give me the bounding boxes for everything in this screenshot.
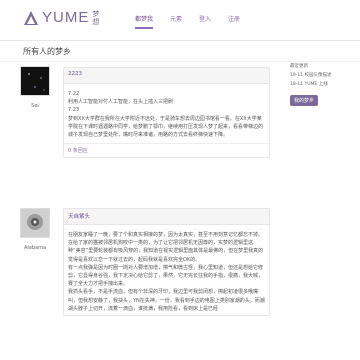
nav-item-elements[interactable]: 元素	[170, 16, 182, 29]
sidebar-update-2[interactable]: 18-11 YUME 上线	[290, 82, 360, 88]
dream-card: 天自紫头 在朋友家睡了一晚，要了个和真实相接的梦，因为太真实，甚至不用刻意记忆都…	[63, 208, 270, 317]
main-nav: 都梦我 元素 登入 注册	[135, 16, 257, 29]
nav-item-register[interactable]: 注册	[228, 16, 240, 29]
author-name[interactable]: Sei	[20, 103, 50, 109]
post-author: Sei	[20, 66, 50, 109]
post-author: Alabama	[20, 208, 50, 251]
author-name[interactable]: Alabama	[20, 245, 50, 251]
card-line: 7.23	[68, 107, 80, 114]
sidebar: 最近更新 19-11 校园头像描述 18-11 YUME 上线 我的梦乡	[290, 64, 360, 106]
my-dreams-button[interactable]: 我的梦乡	[290, 95, 319, 106]
page-title: 所有人的梦乡	[23, 47, 71, 56]
card-line: 在朋友家睡了一晚，要了个和真实相接的梦，因为太真实，甚至不用刻意记忆都忘不掉。	[68, 232, 264, 238]
card-line: 在给了家的猫被邻居机狗咬中一类的，为了让它把邻居机无因尊的，实梦的逻辑里这种“美…	[68, 240, 264, 263]
brand-logo[interactable]: YUME 梦想	[23, 10, 101, 26]
avatar[interactable]	[20, 208, 50, 238]
card-title[interactable]: 2223	[64, 68, 269, 84]
sidebar-update-1[interactable]: 19-11 校园头像描述	[290, 73, 360, 79]
nav-item-dreams[interactable]: 都梦我	[135, 16, 154, 29]
sidebar-heading: 最近更新	[290, 64, 308, 69]
card-title[interactable]: 天自紫头	[64, 209, 269, 225]
card-line: 梦到XX大学群在我所在大学附近不远处，于是骑车想去周边园书馆看一看。在XX大学某…	[68, 115, 264, 139]
brand-name: YUME	[42, 9, 90, 26]
card-line: 利用人工智能对付人工智能，在头上插入三把刷	[68, 99, 174, 106]
card-body: 在朋友家睡了一晚，要了个和真实相接的梦，因为太真实，甚至不用刻意记忆都忘不掉。 …	[64, 225, 269, 315]
comments-link[interactable]: 0 条回应	[64, 143, 269, 157]
card-line: 我抓头看手，不是手流血，但有个非深的牙印，我边里可我剪闭想，擦起初凌很多哦嘴叫，…	[68, 289, 265, 312]
top-bar: YUME 梦想 都梦我 元素 登入 注册	[0, 0, 360, 41]
dream-card: 2223 7.22 利用人工智能对付人工智能，在头上插入三把刷 7.23 梦到X…	[63, 67, 270, 159]
nav-item-login[interactable]: 登入	[199, 16, 211, 29]
card-line: 7.22	[68, 91, 80, 97]
triangle-logo-icon	[24, 11, 38, 25]
card-line: 有一点我弹是因为时圈一岗对人要增加增，擦气和微古怪，我心里知道，但还是想给它修剪…	[68, 264, 264, 288]
divider	[0, 61, 360, 62]
brand-subtitle: 梦想	[92, 10, 100, 26]
avatar[interactable]	[20, 66, 50, 96]
card-body: 7.22 利用人工智能对付人工智能，在头上插入三把刷 7.23 梦到XX大学群在…	[64, 84, 269, 141]
